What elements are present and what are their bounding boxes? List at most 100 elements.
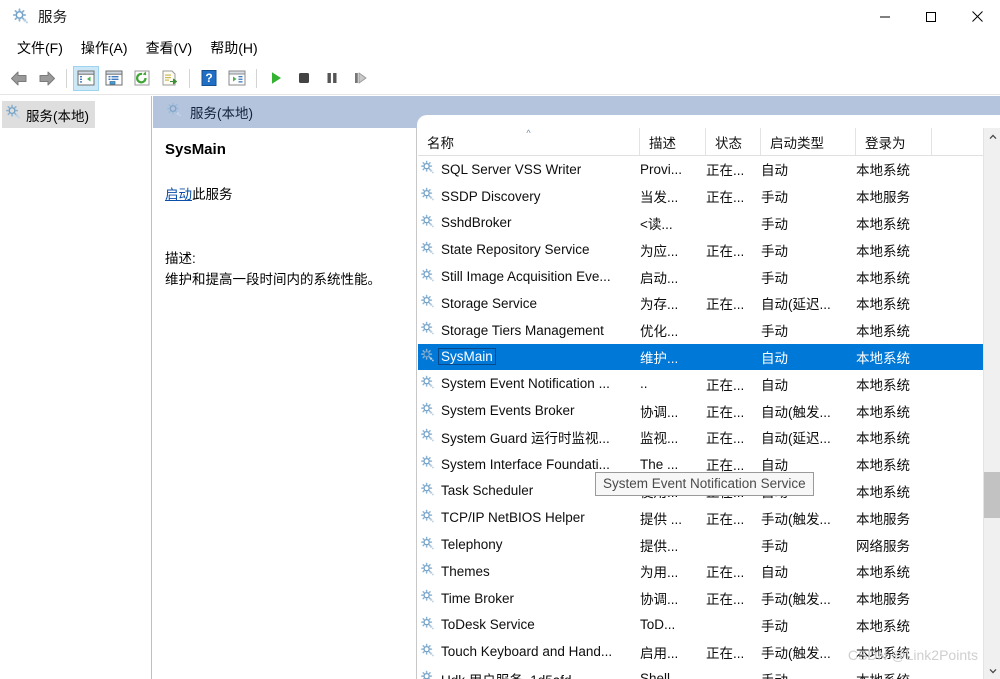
table-row[interactable]: SshdBroker <读... 手动 本地系统	[418, 210, 1000, 237]
cell-service-name: Themes	[418, 558, 640, 585]
service-name-text: System Guard 运行时监视...	[441, 431, 610, 447]
service-gear-icon	[421, 616, 434, 630]
column-header-status[interactable]: 状态	[706, 128, 761, 155]
table-row[interactable]: TCP/IP NetBIOS Helper 提供 ... 正在... 手动(触发...…	[418, 504, 1000, 531]
menu-help[interactable]: 帮助(H)	[201, 35, 266, 61]
service-gear-icon	[420, 402, 435, 420]
toolbar-separator	[66, 68, 67, 88]
list-header: 名称 ^ 描述 状态 启动类型 登录为	[418, 128, 1000, 156]
description-text: 维护和提高一段时间内的系统性能。	[165, 272, 381, 287]
cell-status	[706, 612, 761, 639]
maximize-button[interactable]	[908, 0, 954, 33]
cell-service-name: System Event Notification ...	[418, 370, 640, 397]
cell-status: 正在...	[706, 190, 745, 206]
cell-status	[706, 344, 761, 371]
cell-log-on-as: 本地系统	[856, 484, 910, 500]
cell-service-name: Udk 用户服务_1d5afd	[418, 665, 640, 679]
refresh-icon	[134, 70, 150, 86]
service-gear-icon	[421, 348, 434, 362]
services-list: 名称 ^ 描述 状态 启动类型 登录为 SQL Server VSS Write…	[418, 128, 1000, 679]
tree-item-services-local[interactable]: 服务(本地)	[2, 101, 95, 128]
table-row[interactable]: Still Image Acquisition Eve... 启动... 手动 本地系…	[418, 263, 1000, 290]
service-name-text: Still Image Acquisition Eve...	[441, 269, 611, 285]
menu-action[interactable]: 操作(A)	[72, 35, 137, 61]
cell-service-name: Telephony	[418, 531, 640, 558]
table-row[interactable]: SQL Server VSS Writer Provi... 正在... 自动 本地系统	[418, 156, 1000, 183]
cell-startup-type: 自动(延迟...	[761, 431, 831, 447]
table-row[interactable]: Storage Tiers Management 优化... 手动 本地系统	[418, 317, 1000, 344]
cell-log-on-as: 网络服务	[856, 538, 910, 554]
close-button[interactable]	[954, 0, 1000, 33]
service-gear-icon	[420, 589, 435, 607]
cell-description: <读...	[640, 216, 673, 232]
start-service-button[interactable]	[263, 66, 289, 91]
service-gear-icon	[420, 241, 435, 259]
column-header-startup-type[interactable]: 启动类型	[761, 128, 856, 155]
table-row[interactable]: System Events Broker 协调... 正在... 自动(触发... 本地…	[418, 397, 1000, 424]
table-row[interactable]: Themes 为用... 正在... 自动 本地系统	[418, 558, 1000, 585]
show-action-pane-button[interactable]	[224, 66, 250, 91]
help-button[interactable]: ?	[196, 66, 222, 91]
cell-log-on-as: 本地系统	[856, 216, 910, 232]
window-controls	[862, 0, 1000, 33]
service-name-text: Task Scheduler	[441, 483, 534, 499]
show-hide-console-tree-button[interactable]	[73, 65, 99, 91]
list-body[interactable]: SQL Server VSS Writer Provi... 正在... 自动 本地系统…	[418, 156, 1000, 679]
column-header-name[interactable]: 名称 ^	[418, 128, 640, 155]
column-header-description[interactable]: 描述	[640, 128, 706, 155]
restart-icon	[355, 72, 367, 84]
scrollbar-thumb[interactable]	[984, 472, 1000, 518]
cell-log-on-as: 本地系统	[856, 645, 910, 661]
pause-service-button[interactable]	[319, 66, 345, 91]
tree-item-label: 服务(本地)	[26, 108, 89, 124]
service-gear-icon	[420, 348, 435, 366]
column-header-log-on-as[interactable]: 登录为	[856, 128, 932, 155]
export-list-icon	[162, 70, 178, 86]
cell-log-on-as: 本地系统	[856, 350, 910, 366]
table-row[interactable]: Storage Service 为存... 正在... 自动(延迟... 本地系统	[418, 290, 1000, 317]
cell-service-name: Storage Tiers Management	[418, 317, 640, 344]
service-gear-icon	[420, 670, 435, 679]
table-row[interactable]: Touch Keyboard and Hand... 启用... 正在... 手动(触…	[418, 638, 1000, 665]
scroll-down-button[interactable]	[984, 662, 1000, 679]
cell-description: 启动...	[640, 270, 679, 286]
pane-header-band: 服务(本地)	[153, 96, 1000, 129]
table-row[interactable]: State Repository Service 为应... 正在... 手动 本地系统	[418, 236, 1000, 263]
service-gear-icon	[421, 455, 434, 469]
column-header-name-label: 名称	[427, 135, 454, 151]
refresh-button[interactable]	[129, 66, 155, 91]
menu-file[interactable]: 文件(F)	[8, 35, 72, 61]
cell-service-name: SysMain	[418, 344, 640, 371]
service-gear-icon	[421, 321, 434, 335]
cell-description: ToD...	[640, 617, 676, 633]
forward-button[interactable]	[34, 66, 60, 91]
export-list-button[interactable]	[157, 66, 183, 91]
gear-icon	[166, 102, 182, 123]
minimize-button[interactable]	[862, 0, 908, 33]
cell-log-on-as: 本地服务	[856, 511, 910, 527]
service-name-text: System Interface Foundati...	[441, 456, 610, 472]
back-button[interactable]	[6, 66, 32, 91]
table-row[interactable]: SysMain 维护... 自动 本地系统	[418, 343, 1000, 371]
stop-service-button[interactable]	[291, 66, 317, 91]
start-service-link[interactable]: 启动	[165, 187, 192, 202]
table-row[interactable]: System Event Notification ..... 正在... 自动 本地…	[418, 370, 1000, 397]
cell-status	[706, 210, 761, 237]
properties-icon	[105, 70, 123, 86]
restart-service-button[interactable]	[347, 66, 373, 91]
table-row[interactable]: ToDesk Service ToD... 手动 本地系统	[418, 612, 1000, 639]
cell-status: 正在...	[706, 565, 745, 581]
table-row[interactable]: SSDP Discovery 当发... 正在... 手动 本地服务	[418, 183, 1000, 210]
table-row[interactable]: Telephony 提供... 手动 网络服务	[418, 531, 1000, 558]
service-gear-icon	[421, 214, 434, 228]
vertical-scrollbar[interactable]	[983, 128, 1000, 679]
menu-view[interactable]: 查看(V)	[137, 35, 202, 61]
cell-startup-type: 手动(触发...	[761, 592, 831, 608]
service-gear-icon	[420, 321, 435, 339]
scroll-up-button[interactable]	[984, 128, 1000, 145]
table-row[interactable]: Udk 用户服务_1d5afd Shell 手动本地系统	[418, 665, 1000, 679]
properties-button[interactable]	[101, 66, 127, 91]
table-row[interactable]: System Guard 运行时监视... 监视... 正在... 自动(延迟... 本…	[418, 424, 1000, 451]
table-row[interactable]: Time Broker 协调... 正在... 手动(触发... 本地服务	[418, 585, 1000, 612]
cell-service-name: System Events Broker	[418, 397, 640, 424]
